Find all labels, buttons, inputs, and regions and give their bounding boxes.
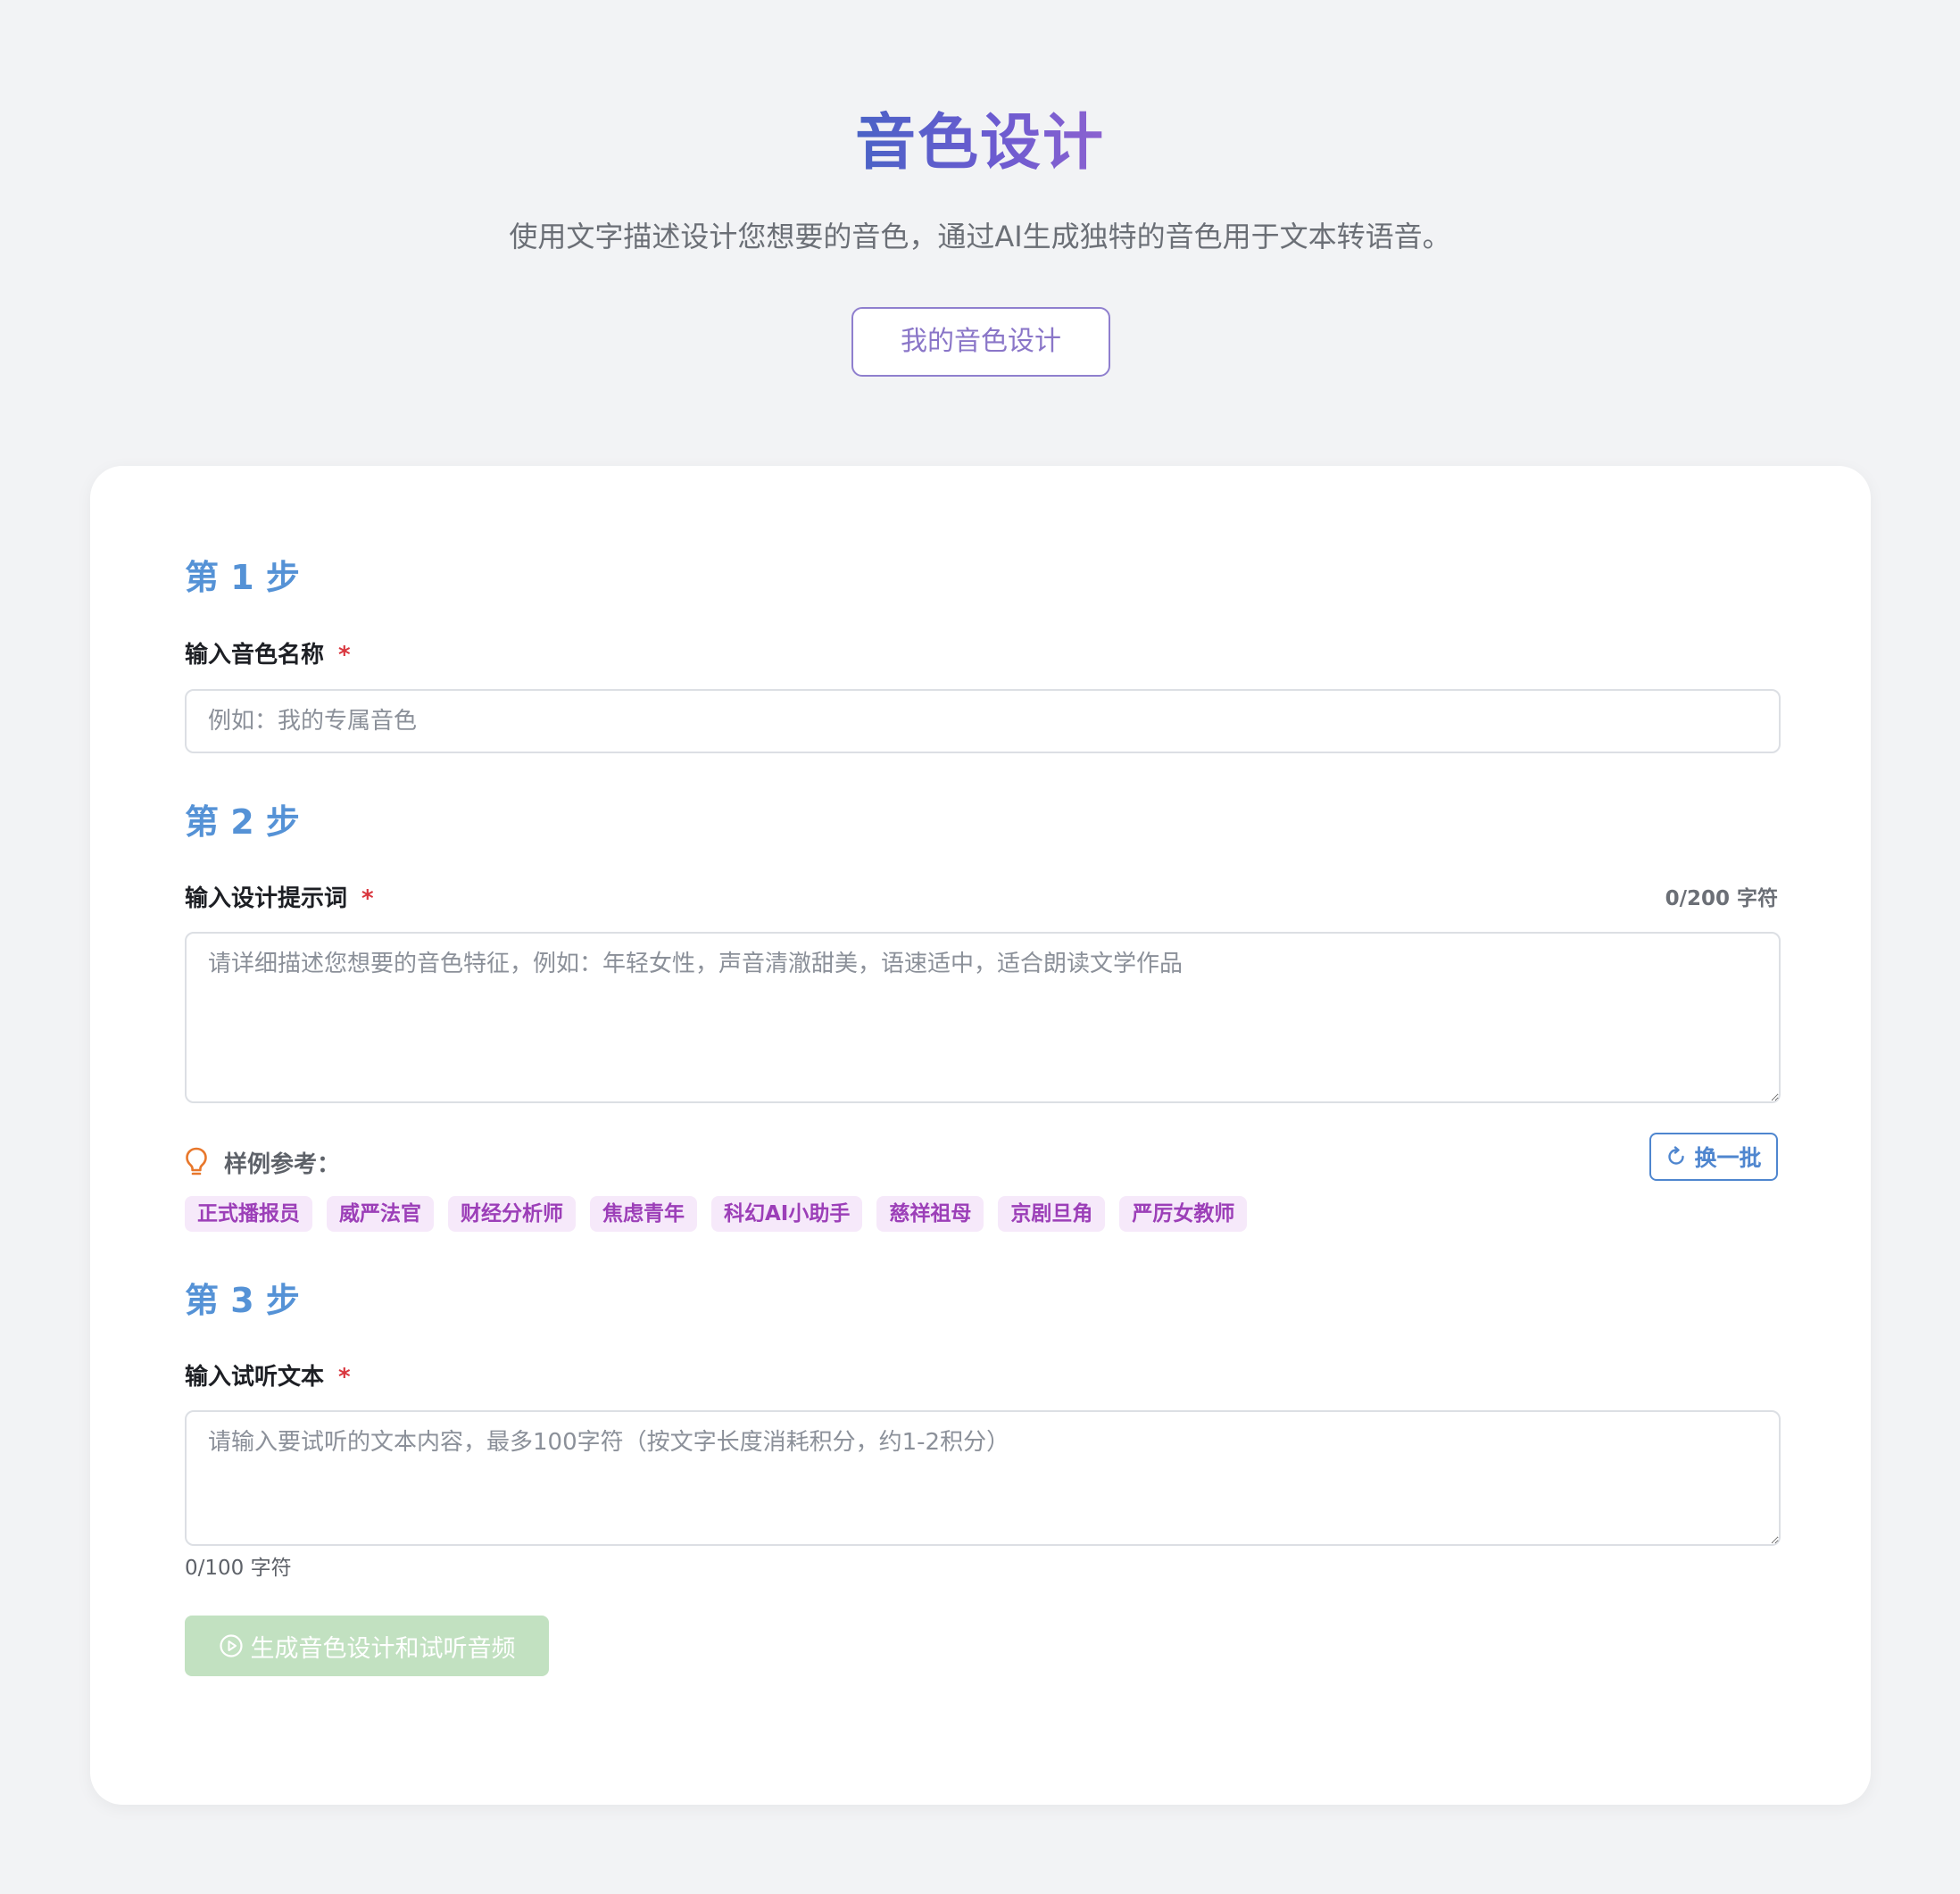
preview-text-textarea[interactable] [185, 1410, 1781, 1546]
example-tag[interactable]: 正式播报员 [185, 1196, 312, 1232]
example-tag[interactable]: 财经分析师 [448, 1196, 576, 1232]
preview-text-label: 输入试听文本 * [185, 1361, 351, 1393]
example-tag[interactable]: 威严法官 [327, 1196, 434, 1232]
step3-title: 第 3 步 [185, 1281, 300, 1320]
generate-button-label: 生成音色设计和试听音频 [250, 1634, 516, 1663]
prompt-label: 输入设计提示词 * [185, 883, 374, 915]
voice-name-input[interactable] [185, 689, 1781, 753]
prompt-char-counter: 0/200 字符 [1665, 887, 1778, 910]
examples-header: 样例参考： [185, 1137, 340, 1187]
required-mark: * [361, 885, 374, 912]
example-tag[interactable]: 科幻AI小助手 [711, 1196, 863, 1232]
step2-title: 第 2 步 [185, 802, 300, 842]
required-mark: * [338, 642, 351, 669]
prompt-label-text: 输入设计提示词 [185, 885, 348, 912]
required-mark: * [338, 1364, 351, 1391]
preview-text-label-text: 输入试听文本 [185, 1364, 325, 1391]
page-title-text: 音色设计 [854, 108, 1105, 179]
voice-name-label: 输入音色名称 * [185, 639, 351, 671]
lightbulb-icon [186, 1147, 207, 1175]
my-designs-button[interactable]: 我的音色设计 [851, 307, 1110, 377]
refresh-examples-button[interactable]: 换一批 [1649, 1133, 1778, 1181]
play-circle-icon [219, 1634, 243, 1657]
example-tag[interactable]: 慈祥祖母 [876, 1196, 984, 1232]
design-prompt-textarea[interactable] [185, 932, 1781, 1103]
example-tag[interactable]: 严厉女教师 [1119, 1196, 1248, 1232]
example-tag[interactable]: 京剧旦角 [998, 1196, 1106, 1232]
voice-name-label-text: 输入音色名称 [185, 642, 325, 669]
refresh-icon [1668, 1146, 1685, 1165]
preview-char-counter: 0/100 字符 [185, 1557, 292, 1580]
examples-label: 样例参考： [224, 1151, 341, 1178]
generate-button[interactable]: 生成音色设计和试听音频 [185, 1616, 549, 1676]
page-title: 音色设计 [0, 104, 1960, 184]
example-tag[interactable]: 焦虑青年 [590, 1196, 697, 1232]
example-tags: 正式播报员 威严法官 财经分析师 焦虑青年 科幻AI小助手 慈祥祖母 京剧旦角 … [185, 1196, 1248, 1232]
step1-title: 第 1 步 [185, 558, 300, 597]
design-form-card: 第 1 步 输入音色名称 * 第 2 步 输入设计提示词 * 0/200 字符 样例… [90, 466, 1871, 1805]
page-subtitle: 使用文字描述设计您想要的音色，通过AI生成独特的音色用于文本转语音。 [509, 220, 1451, 253]
refresh-examples-label: 换一批 [1694, 1145, 1762, 1171]
